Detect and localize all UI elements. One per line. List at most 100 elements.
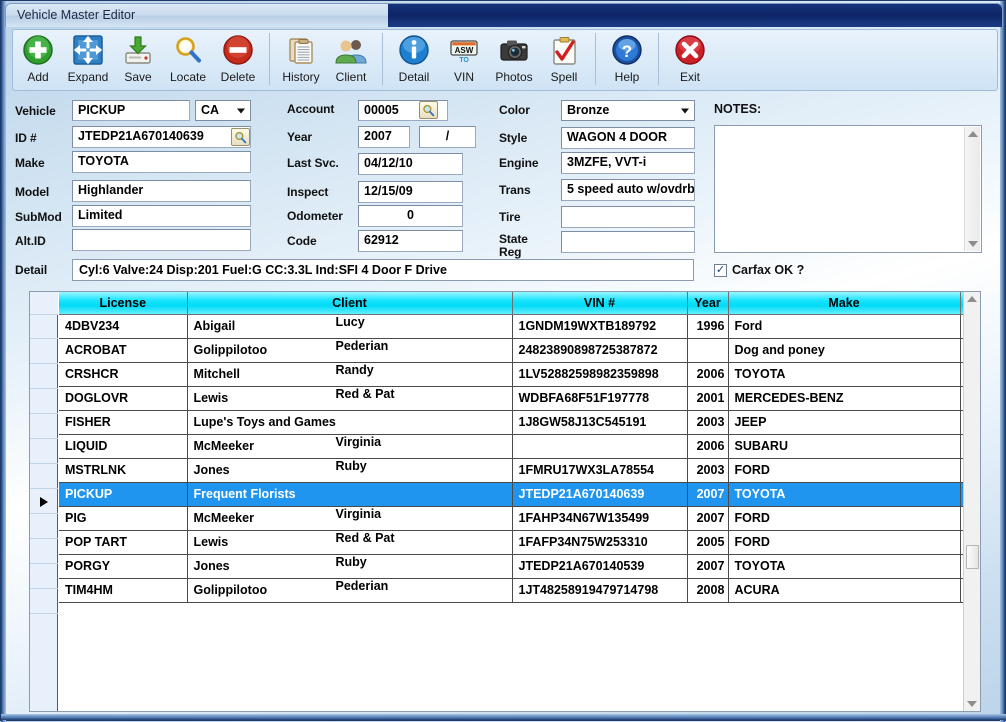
cell-make[interactable]: Ford: [728, 314, 960, 338]
cell-year[interactable]: 2007: [687, 506, 728, 530]
cell-year[interactable]: 2006: [687, 362, 728, 386]
cell-make[interactable]: MERCEDES-BENZ: [728, 386, 960, 410]
table-row[interactable]: PIGMcMeekerVirginia1FAHP34N67W1354992007…: [59, 506, 963, 530]
cell-license[interactable]: FISHER: [59, 410, 187, 434]
table-row[interactable]: TIM4HMGolippilotooPederian1JT48258919479…: [59, 578, 963, 602]
state-select[interactable]: CA: [195, 100, 251, 121]
cell-vin[interactable]: 1J8GW58J13C545191: [512, 410, 687, 434]
grid-row-selector[interactable]: [30, 415, 58, 439]
state-reg-input[interactable]: [561, 231, 695, 253]
toolbar-button-photos[interactable]: Photos: [489, 31, 539, 89]
cell-license[interactable]: PICKUP: [59, 482, 187, 506]
cell-client[interactable]: Frequent Florists: [187, 482, 512, 506]
cell-license[interactable]: LIQUID: [59, 434, 187, 458]
cell-year[interactable]: 2003: [687, 458, 728, 482]
cell-license[interactable]: TIM4HM: [59, 578, 187, 602]
grid-row-selector[interactable]: [30, 540, 58, 564]
cell-make[interactable]: TOYOTA: [728, 362, 960, 386]
grid-row-selector[interactable]: [30, 565, 58, 589]
grid-column-header[interactable]: Year: [687, 292, 728, 314]
cell-license[interactable]: PIG: [59, 506, 187, 530]
cell-vin[interactable]: [512, 434, 687, 458]
cell-license[interactable]: MSTRLNK: [59, 458, 187, 482]
color-select[interactable]: Bronze: [561, 100, 695, 121]
cell-license[interactable]: POP TART: [59, 530, 187, 554]
grid-column-header[interactable]: VIN #: [512, 292, 687, 314]
grid-row-selector[interactable]: [30, 515, 58, 539]
toolbar-button-delete[interactable]: Delete: [213, 31, 263, 89]
vehicle-input[interactable]: PICKUP: [72, 100, 190, 121]
style-input[interactable]: WAGON 4 DOOR: [561, 127, 695, 149]
grid-column-header[interactable]: License: [59, 292, 187, 314]
toolbar-button-help[interactable]: ?Help: [602, 31, 652, 89]
cell-year[interactable]: 2005: [687, 530, 728, 554]
grid-row-selector[interactable]: [30, 440, 58, 464]
table-row[interactable]: PICKUPFrequent FloristsJTEDP21A670140639…: [59, 482, 963, 506]
cell-vin[interactable]: 1GNDM19WXTB189792: [512, 314, 687, 338]
cell-vin[interactable]: 1FAFP34N75W253310: [512, 530, 687, 554]
table-row[interactable]: DOGLOVRLewisRed & PatWDBFA68F51F19777820…: [59, 386, 963, 410]
cell-client[interactable]: JonesRuby: [187, 554, 512, 578]
scroll-up-icon[interactable]: [967, 296, 977, 302]
table-row[interactable]: LIQUIDMcMeekerVirginia2006SUBARUForester: [59, 434, 963, 458]
toolbar-button-vin[interactable]: ASWTOVIN: [439, 31, 489, 89]
cell-vin[interactable]: 24823890898725387872: [512, 338, 687, 362]
table-row[interactable]: CRSHCRMitchellRandy1LV528825989823598982…: [59, 362, 963, 386]
cell-year[interactable]: 2008: [687, 578, 728, 602]
toolbar-button-detail[interactable]: Detail: [389, 31, 439, 89]
cell-vin[interactable]: 1FMRU17WX3LA78554: [512, 458, 687, 482]
cell-vin[interactable]: JTEDP21A670140639: [512, 482, 687, 506]
cell-make[interactable]: FORD: [728, 530, 960, 554]
toolbar-button-spell[interactable]: Spell: [539, 31, 589, 89]
grid-column-header[interactable]: Client: [187, 292, 512, 314]
grid-row-selector[interactable]: [30, 465, 58, 489]
cell-license[interactable]: CRSHCR: [59, 362, 187, 386]
table-row[interactable]: ACROBATGolippilotooPederian2482389089872…: [59, 338, 963, 362]
cell-client[interactable]: LewisRed & Pat: [187, 386, 512, 410]
scroll-down-icon[interactable]: [967, 701, 977, 707]
cell-vin[interactable]: 1LV52882598982359898: [512, 362, 687, 386]
toolbar-button-save[interactable]: Save: [113, 31, 163, 89]
table-row[interactable]: PORGYJonesRubyJTEDP21A6701405392007TOYOT…: [59, 554, 963, 578]
id-input[interactable]: JTEDP21A670140639: [72, 126, 251, 148]
cell-license[interactable]: ACROBAT: [59, 338, 187, 362]
table-row[interactable]: FISHERLupe's Toys and Games1J8GW58J13C54…: [59, 410, 963, 434]
notes-scrollbar[interactable]: [964, 127, 980, 251]
scroll-down-icon[interactable]: [968, 241, 978, 247]
cell-client[interactable]: Lupe's Toys and Games: [187, 410, 512, 434]
cell-make[interactable]: TOYOTA: [728, 482, 960, 506]
year-alt-input[interactable]: /: [419, 126, 476, 148]
grid-row-selector[interactable]: [30, 315, 58, 339]
cell-client[interactable]: McMeekerVirginia: [187, 506, 512, 530]
cell-client[interactable]: GolippilotooPederian: [187, 578, 512, 602]
cell-client[interactable]: McMeekerVirginia: [187, 434, 512, 458]
toolbar-button-add[interactable]: Add: [13, 31, 63, 89]
cell-client[interactable]: AbigailLucy: [187, 314, 512, 338]
table-row[interactable]: POP TARTLewisRed & Pat1FAFP34N75W2533102…: [59, 530, 963, 554]
cell-client[interactable]: GolippilotooPederian: [187, 338, 512, 362]
model-input[interactable]: Highlander: [72, 180, 251, 202]
carfax-checkbox-row[interactable]: ✓ Carfax OK ?: [714, 263, 804, 277]
cell-year[interactable]: 2003: [687, 410, 728, 434]
cell-license[interactable]: DOGLOVR: [59, 386, 187, 410]
altid-input[interactable]: [72, 229, 251, 251]
grid-row-selector[interactable]: [30, 365, 58, 389]
grid-row-selector[interactable]: [30, 490, 58, 514]
submod-input[interactable]: Limited: [72, 205, 251, 227]
cell-year[interactable]: 2007: [687, 482, 728, 506]
toolbar-button-exit[interactable]: Exit: [665, 31, 715, 89]
inspect-input[interactable]: 12/15/09: [358, 181, 463, 203]
cell-make[interactable]: Dog and poney: [728, 338, 960, 362]
cell-make[interactable]: JEEP: [728, 410, 960, 434]
cell-make[interactable]: TOYOTA: [728, 554, 960, 578]
table-row[interactable]: 4DBV234AbigailLucy1GNDM19WXTB1897921996F…: [59, 314, 963, 338]
cell-year[interactable]: 2006: [687, 434, 728, 458]
make-input[interactable]: TOYOTA: [72, 151, 251, 173]
toolbar-button-locate[interactable]: Locate: [163, 31, 213, 89]
cell-license[interactable]: PORGY: [59, 554, 187, 578]
cell-make[interactable]: FORD: [728, 506, 960, 530]
toolbar-button-history[interactable]: History: [276, 31, 326, 89]
code-input[interactable]: 62912: [358, 230, 463, 252]
grid-scroll-thumb[interactable]: [966, 545, 979, 569]
cell-year[interactable]: 1996: [687, 314, 728, 338]
